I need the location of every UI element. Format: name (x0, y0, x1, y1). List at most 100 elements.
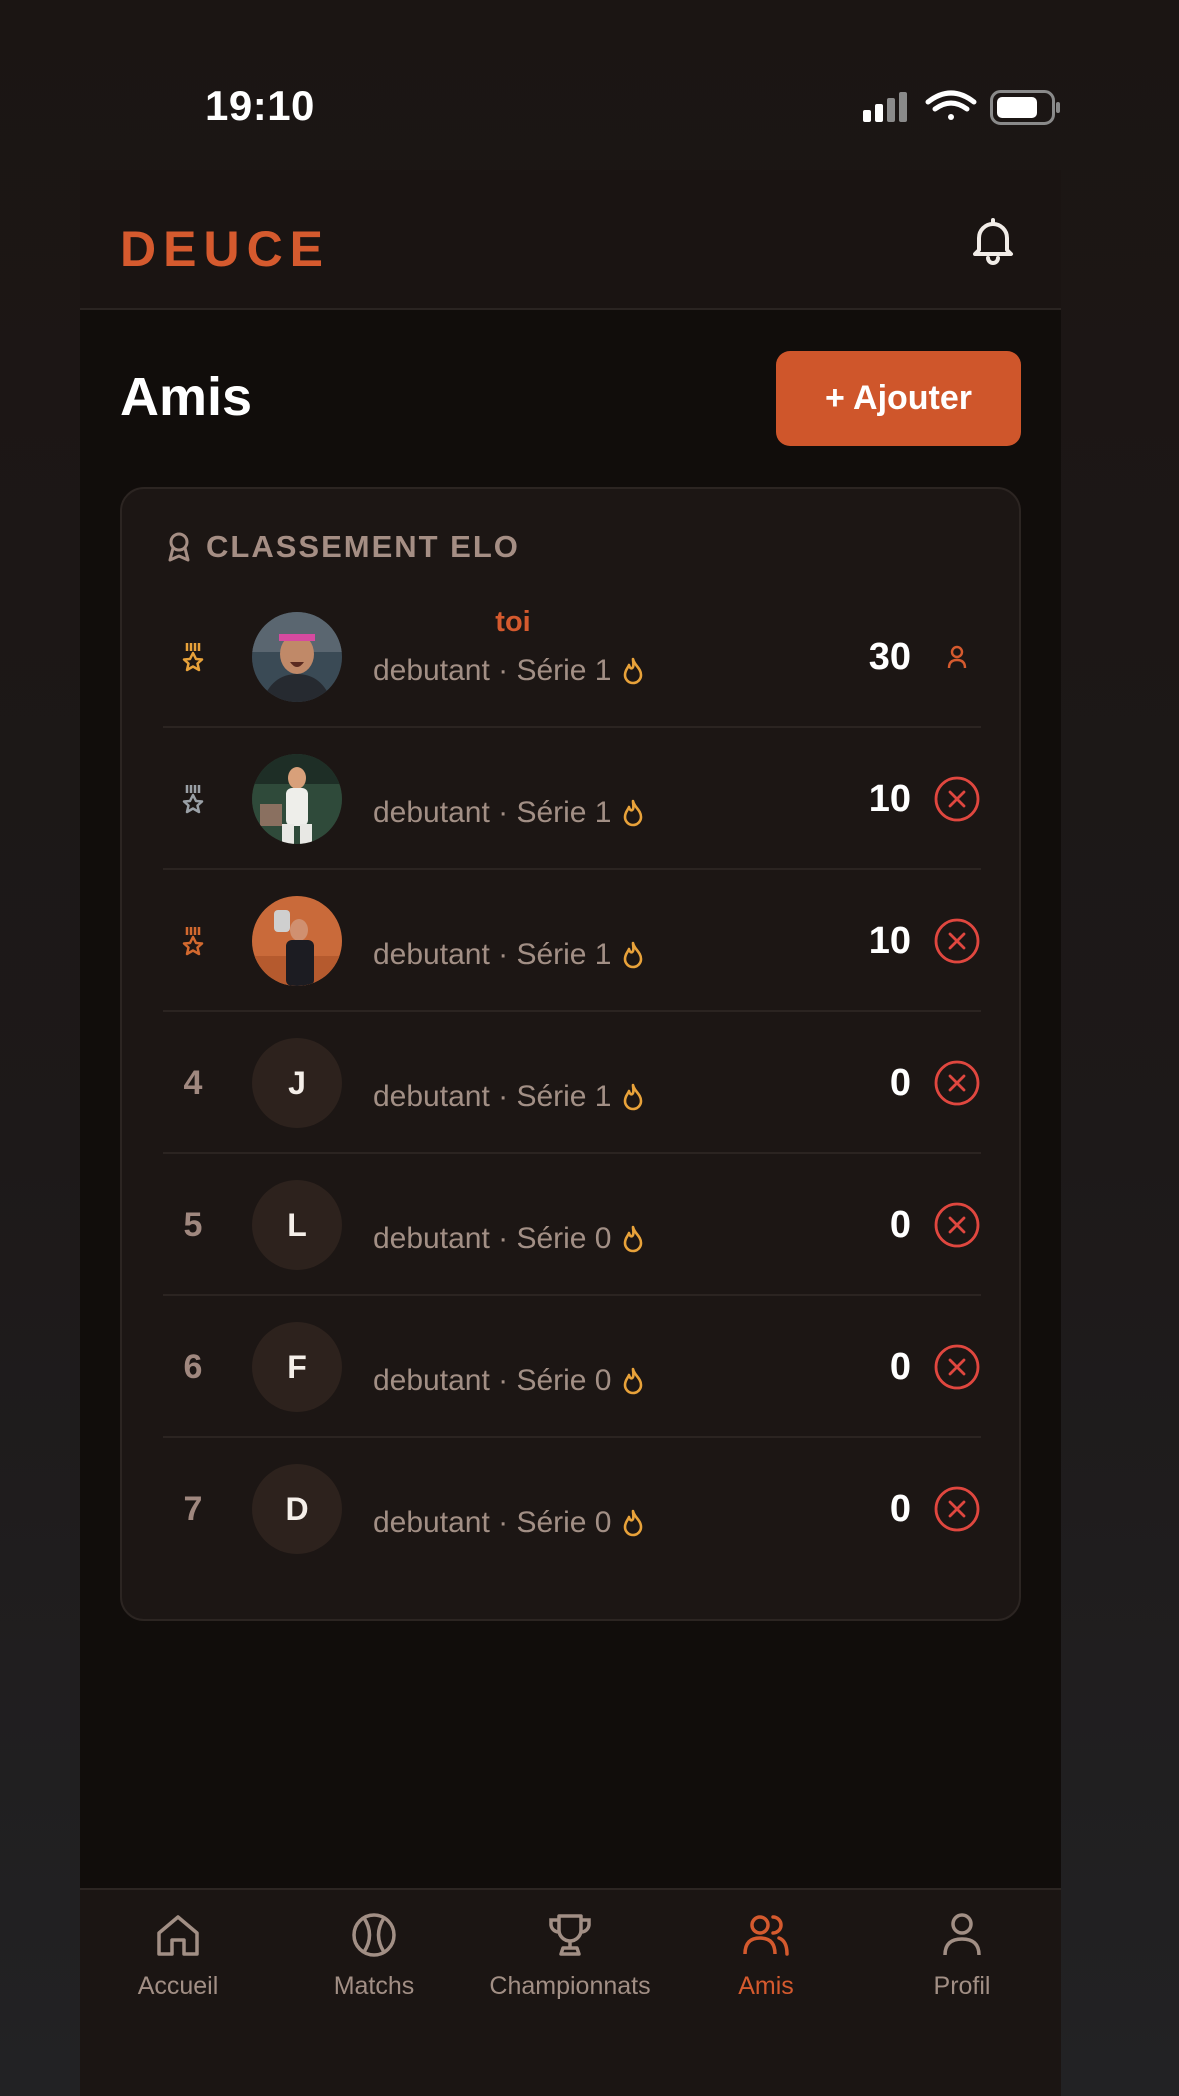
leaderboard-row[interactable]: 5 L debutant · Série 0 0 (163, 1154, 981, 1296)
rank-cell (163, 728, 223, 870)
tab-label: Profil (933, 1972, 991, 2000)
avatar-initial: D (252, 1464, 342, 1554)
avatar-initial: J (252, 1038, 342, 1128)
flame-icon (622, 799, 644, 827)
elo-score: 0 (889, 1487, 911, 1530)
tab-amis[interactable]: Amis (668, 1890, 864, 2020)
elo-leaderboard-card: CLASSEMENT ELO toi debutant · Série 1 30… (120, 487, 1021, 1621)
silver-medal-icon (182, 785, 204, 814)
bell-icon (973, 218, 1013, 265)
tab-matchs[interactable]: Matchs (276, 1890, 472, 2020)
avatar-initial: F (252, 1322, 342, 1412)
flame-icon (622, 1083, 644, 1111)
user-icon (943, 1913, 981, 1956)
close-circle-icon (934, 1344, 980, 1390)
avatar (252, 612, 342, 702)
avatar (252, 896, 342, 986)
leaderboard-row[interactable]: 4 J debutant · Série 1 0 (163, 1012, 981, 1154)
player-name: toi (495, 606, 531, 638)
player-level-streak: debutant · Série 0 (373, 1506, 612, 1539)
bronze-medal-icon (182, 927, 204, 956)
tab-label: Championnats (489, 1972, 651, 2000)
remove-friend-button[interactable] (933, 1201, 981, 1249)
player-subtitle: debutant · Série 0 (373, 1364, 644, 1398)
elo-score: 10 (868, 919, 911, 962)
tab-label: Amis (738, 1972, 794, 2000)
app-logo: DEUCE (120, 221, 331, 277)
status-icons (780, 88, 1060, 128)
battery-icon (990, 90, 1060, 125)
card-title: CLASSEMENT ELO (206, 529, 520, 564)
bottom-tab-bar: Accueil Matchs Championnats Amis Profil (80, 1888, 1061, 2096)
app-header: DEUCE (80, 170, 1061, 310)
tab-profil[interactable]: Profil (864, 1890, 1060, 2020)
flame-icon (622, 657, 644, 685)
flame-icon (622, 1225, 644, 1253)
remove-friend-button[interactable] (933, 775, 981, 823)
player-subtitle: debutant · Série 1 (373, 654, 644, 688)
player-level-streak: debutant · Série 1 (373, 796, 612, 829)
player-level-streak: debutant · Série 0 (373, 1222, 612, 1255)
profile-button[interactable] (933, 633, 981, 681)
rank-number: 7 (183, 1489, 203, 1528)
rank-number: 5 (183, 1205, 203, 1244)
player-photo-image (252, 612, 342, 702)
flame-icon (622, 1509, 644, 1537)
users-icon (743, 1915, 789, 1956)
tab-championnats[interactable]: Championnats (472, 1890, 668, 2020)
rank-number: 4 (183, 1063, 203, 1102)
gold-medal-icon (182, 643, 204, 672)
player-subtitle: debutant · Série 1 (373, 796, 644, 830)
player-subtitle: debutant · Série 0 (373, 1506, 644, 1540)
card-header: CLASSEMENT ELO (164, 527, 520, 567)
remove-friend-button[interactable] (933, 917, 981, 965)
status-bar: 19:10 (80, 0, 1061, 170)
notifications-button[interactable] (965, 212, 1021, 268)
remove-friend-button[interactable] (933, 1485, 981, 1533)
close-circle-icon (934, 1060, 980, 1106)
page-title: Amis (120, 367, 253, 427)
leaderboard-row[interactable]: 6 F debutant · Série 0 0 (163, 1296, 981, 1438)
tab-accueil[interactable]: Accueil (80, 1890, 276, 2020)
flame-icon (622, 1367, 644, 1395)
player-level-streak: debutant · Série 1 (373, 1080, 612, 1113)
user-icon (947, 645, 967, 669)
elo-score: 0 (889, 1061, 911, 1104)
home-icon (157, 1915, 199, 1956)
close-circle-icon (934, 1486, 980, 1532)
signal-icon (863, 92, 907, 122)
avatar-initial: L (252, 1180, 342, 1270)
leaderboard-row[interactable]: 7 D debutant · Série 0 0 (163, 1438, 981, 1580)
player-subtitle: debutant · Série 0 (373, 1222, 644, 1256)
close-circle-icon (934, 1202, 980, 1248)
rank-number: 6 (183, 1347, 203, 1386)
player-subtitle: debutant · Série 1 (373, 1080, 644, 1114)
player-subtitle: debutant · Série 1 (373, 938, 644, 972)
elo-score: 10 (868, 777, 911, 820)
add-friend-button[interactable]: + Ajouter (776, 351, 1021, 446)
app-screen: DEUCE Amis + Ajouter CLASSEMENT ELO toi … (80, 170, 1061, 2096)
tab-label: Accueil (137, 1972, 219, 2000)
tennis-ball-icon (352, 1913, 396, 1957)
award-icon (168, 532, 190, 562)
player-photo-image (252, 896, 342, 986)
rank-cell (163, 870, 223, 1012)
player-photo-image (252, 754, 342, 844)
leaderboard-row[interactable]: toi debutant · Série 1 30 (163, 586, 981, 728)
rank-cell (163, 586, 223, 728)
close-circle-icon (934, 918, 980, 964)
close-circle-icon (934, 776, 980, 822)
player-level-streak: debutant · Série 1 (373, 938, 612, 971)
leaderboard-row[interactable]: debutant · Série 1 10 (163, 728, 981, 870)
status-time: 19:10 (205, 82, 315, 129)
remove-friend-button[interactable] (933, 1059, 981, 1107)
elo-score: 30 (868, 635, 911, 678)
leaderboard-row[interactable]: debutant · Série 1 10 (163, 870, 981, 1012)
wifi-icon (925, 90, 977, 120)
tab-label: Matchs (333, 1972, 415, 2000)
remove-friend-button[interactable] (933, 1343, 981, 1391)
trophy-icon (549, 1914, 591, 1956)
player-level-streak: debutant · Série 1 (373, 654, 612, 687)
elo-score: 0 (889, 1345, 911, 1388)
player-level-streak: debutant · Série 0 (373, 1364, 612, 1397)
